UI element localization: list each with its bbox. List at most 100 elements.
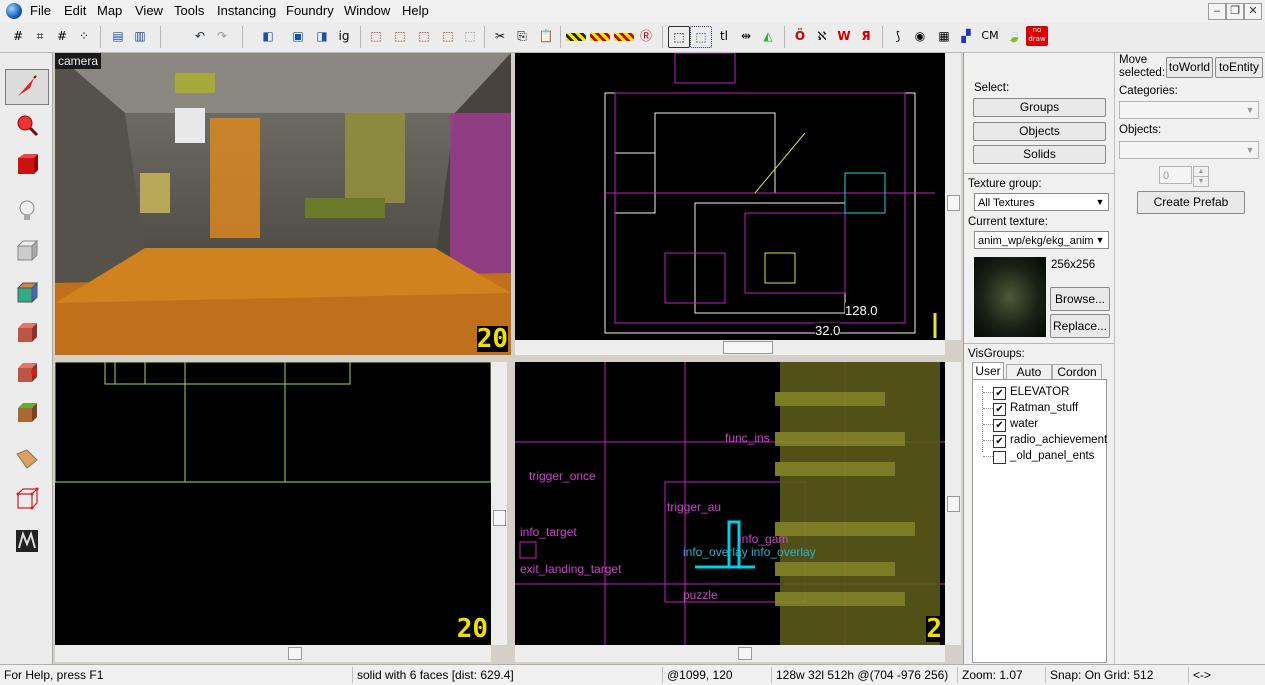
- flip-h-icon[interactable]: ⇹: [736, 26, 756, 46]
- hide-items-icon[interactable]: ⬚: [366, 26, 386, 46]
- texture-group-select[interactable]: All Textures ▼: [974, 193, 1109, 211]
- visgroups-tab-user[interactable]: User: [972, 362, 1004, 380]
- sphere-icon[interactable]: ◉: [910, 26, 930, 46]
- visgroup-item[interactable]: ✔ ELEVATOR: [973, 386, 1106, 402]
- block-tool[interactable]: [5, 233, 49, 269]
- selection-tool[interactable]: [5, 69, 49, 105]
- grid-dots-icon[interactable]: ⁘: [74, 26, 94, 46]
- app-globe-icon[interactable]: [6, 3, 22, 19]
- checkbox[interactable]: ✔: [993, 419, 1006, 432]
- grid-snap-icon[interactable]: #: [52, 26, 72, 46]
- group-icon[interactable]: ▤: [108, 26, 128, 46]
- front-viewport-vscroll[interactable]: [491, 362, 507, 645]
- carve-icon[interactable]: ◧: [258, 26, 278, 46]
- undo-icon[interactable]: ↶: [190, 26, 210, 46]
- vertex-tool[interactable]: [5, 481, 49, 517]
- menu-edit[interactable]: Edit: [64, 3, 86, 18]
- radius-culling-icon[interactable]: Ⓡ: [636, 26, 656, 46]
- visgroup-item[interactable]: ✔ radio_achievement: [973, 434, 1107, 450]
- cordon-icon[interactable]: ⬚: [438, 26, 458, 46]
- checkbox[interactable]: ✔: [993, 387, 1006, 400]
- checkbox[interactable]: ✔: [993, 435, 1006, 448]
- ungroup-icon[interactable]: ▥: [130, 26, 150, 46]
- top-viewport[interactable]: 128.0 32.0: [515, 53, 945, 340]
- toggle-decals-icon[interactable]: [614, 33, 634, 41]
- select-objects-button[interactable]: Objects: [973, 122, 1106, 141]
- measure-icon[interactable]: ℵ: [812, 26, 832, 46]
- wireframe-icon[interactable]: W: [834, 26, 854, 46]
- copy-icon[interactable]: ⎘: [512, 26, 532, 46]
- select-solids-button[interactable]: Solids: [973, 145, 1106, 164]
- decal-tool[interactable]: [5, 355, 49, 391]
- flip-v-icon[interactable]: ◭: [758, 26, 778, 46]
- cm-button[interactable]: CM: [978, 26, 1002, 46]
- selection-mode-icon[interactable]: ⬚: [668, 26, 690, 48]
- replace-button[interactable]: Replace...: [1050, 314, 1110, 338]
- select-groups-button[interactable]: Groups: [973, 98, 1106, 117]
- front-viewport[interactable]: 20: [55, 362, 491, 645]
- texture-app-tool[interactable]: [5, 275, 49, 311]
- text-tool-icon[interactable]: tl: [714, 26, 734, 46]
- create-prefab-button[interactable]: Create Prefab: [1137, 191, 1245, 214]
- camera-viewport[interactable]: camera 20: [55, 53, 511, 355]
- path-tool[interactable]: [5, 523, 49, 559]
- checkbox[interactable]: ✔: [993, 403, 1006, 416]
- side-viewport-hscroll[interactable]: [515, 645, 945, 662]
- menu-help[interactable]: Help: [402, 3, 429, 18]
- checkbox[interactable]: [993, 451, 1006, 464]
- visgroup-item[interactable]: ✔ Ratman_stuff: [973, 402, 1106, 418]
- browse-button[interactable]: Browse...: [1050, 287, 1110, 311]
- spin-input[interactable]: 0: [1159, 166, 1192, 184]
- spin-down-icon[interactable]: ▼: [1193, 176, 1209, 187]
- side-viewport[interactable]: trigger_once info_target exit_landing_ta…: [515, 362, 945, 645]
- hollow-icon[interactable]: ▣: [288, 26, 308, 46]
- top-viewport-vscroll[interactable]: [945, 53, 961, 340]
- minimize-button[interactable]: –: [1208, 3, 1226, 20]
- nodraw-button[interactable]: no draw: [1026, 26, 1048, 46]
- categories-select[interactable]: ▼: [1119, 101, 1259, 119]
- texture-lock-icon[interactable]: ◨: [312, 26, 332, 46]
- draw-outline-icon[interactable]: Ö: [790, 26, 810, 46]
- sprinkle-icon[interactable]: ⟆: [888, 26, 908, 46]
- objects-select[interactable]: ▼: [1119, 141, 1259, 159]
- grid-3d-icon[interactable]: ⌗: [30, 26, 50, 46]
- menu-view[interactable]: View: [135, 3, 163, 18]
- show-all-icon[interactable]: ⬚: [390, 26, 410, 46]
- to-entity-button[interactable]: toEntity: [1215, 57, 1263, 78]
- menu-foundry[interactable]: Foundry: [286, 3, 334, 18]
- redo-icon[interactable]: ↷: [212, 26, 232, 46]
- top-viewport-hscroll[interactable]: [515, 340, 945, 355]
- clip-tool[interactable]: [5, 441, 49, 477]
- menu-instancing[interactable]: Instancing: [217, 3, 276, 18]
- cut-icon[interactable]: ✂: [490, 26, 510, 46]
- hide-unselected-icon[interactable]: ⬚: [414, 26, 434, 46]
- texture-app-icon[interactable]: ▦: [934, 26, 954, 46]
- close-button[interactable]: ✕: [1244, 3, 1262, 20]
- apply-texture-tool[interactable]: [5, 315, 49, 351]
- menu-map[interactable]: Map: [97, 3, 122, 18]
- rotate-icon[interactable]: Я: [856, 26, 876, 46]
- camera-tool[interactable]: [5, 147, 49, 183]
- select-objects-icon[interactable]: ⬚: [690, 26, 712, 48]
- toggle-helpers-icon[interactable]: [590, 33, 610, 41]
- visgroup-icon[interactable]: ⬚: [460, 26, 480, 46]
- leaf-icon[interactable]: 🍃: [1004, 26, 1024, 46]
- entity-tool[interactable]: [5, 193, 49, 229]
- paste-icon[interactable]: 📋: [536, 26, 556, 46]
- toggle-models-icon[interactable]: [566, 33, 586, 41]
- to-world-button[interactable]: toWorld: [1166, 57, 1213, 78]
- visgroup-item[interactable]: _old_panel_ents: [973, 450, 1106, 466]
- menu-window[interactable]: Window: [344, 3, 390, 18]
- restore-button[interactable]: ❐: [1226, 3, 1244, 20]
- visgroup-item[interactable]: ✔ water: [973, 418, 1106, 434]
- grid-toggle-icon[interactable]: #: [8, 26, 28, 46]
- ignore-groups-icon[interactable]: ig: [334, 26, 354, 46]
- side-viewport-vscroll[interactable]: [945, 362, 961, 645]
- menu-file[interactable]: File: [30, 3, 51, 18]
- front-viewport-hscroll[interactable]: [55, 645, 491, 662]
- overlay-tool[interactable]: [5, 395, 49, 431]
- magnify-tool[interactable]: [5, 108, 49, 144]
- menu-tools[interactable]: Tools: [174, 3, 204, 18]
- displacement-icon[interactable]: ▞: [956, 26, 976, 46]
- current-texture-select[interactable]: anim_wp/ekg/ekg_anim ▼: [974, 231, 1109, 249]
